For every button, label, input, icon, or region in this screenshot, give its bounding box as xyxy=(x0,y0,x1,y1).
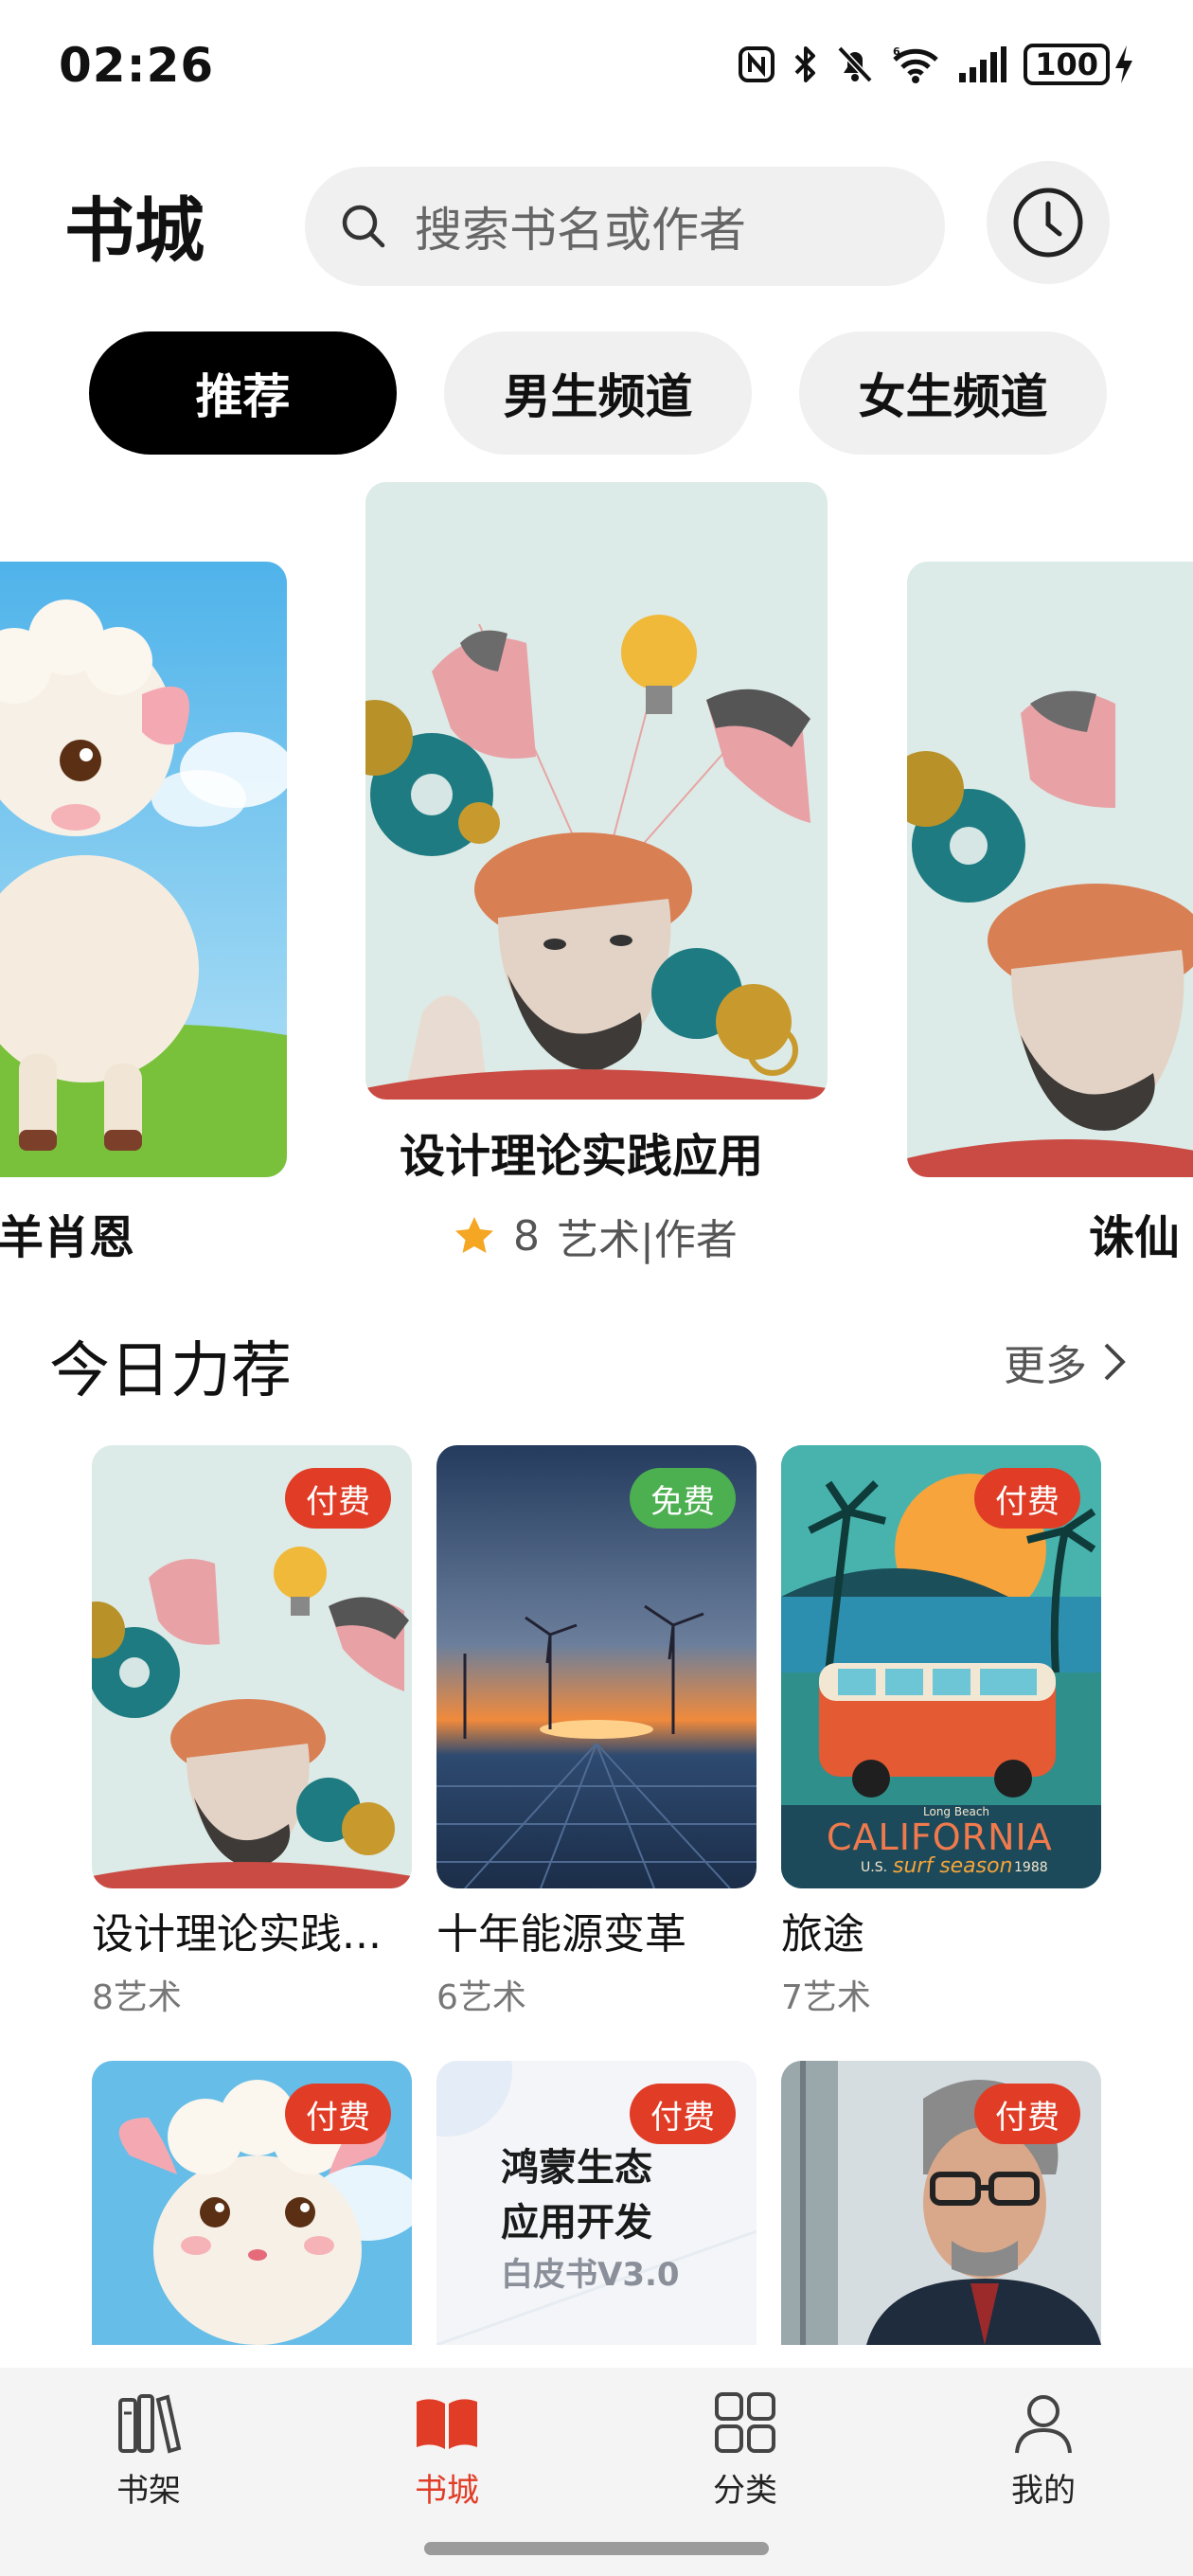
rating-value: 8 xyxy=(513,1211,540,1261)
cover-line-1: 鸿蒙生态 xyxy=(501,2146,652,2190)
california-sub-text: surf season xyxy=(893,1854,1013,1878)
book-title: 旅途 xyxy=(781,1910,864,1959)
grid-icon xyxy=(715,2392,775,2453)
wifi-icon: 6 xyxy=(893,45,938,83)
tab-female-channel[interactable]: 女生频道 xyxy=(799,331,1107,455)
history-button[interactable] xyxy=(987,161,1110,284)
battery-level: 100 xyxy=(1024,44,1110,85)
featured-carousel: 小羊肖恩 设计理论实践应用 8 艺术|作者 xyxy=(0,478,1193,1274)
free-badge: 免费 xyxy=(630,1468,736,1529)
book-cover: 付费 xyxy=(92,1445,412,1888)
book-title: 十年能源变革 xyxy=(436,1910,686,1959)
book-author: 7艺术 xyxy=(781,1978,871,2017)
chevron-right-icon xyxy=(1104,1343,1126,1381)
book-cover: Long Beach CALIFORNIA U.S. surf season 1… xyxy=(781,1445,1101,1888)
open-book-icon xyxy=(417,2399,477,2449)
charging-icon xyxy=(1115,45,1132,83)
svg-text:6: 6 xyxy=(893,45,900,58)
section-title: 今日力荐 xyxy=(49,1336,292,1406)
book-title: 设计理论实践... xyxy=(92,1910,382,1959)
carousel-card-left[interactable] xyxy=(0,562,287,1177)
nav-mine[interactable]: 我的 xyxy=(968,2388,1119,2511)
book-card[interactable]: 付费 xyxy=(781,2061,1101,2345)
signal-icon xyxy=(959,46,1007,82)
carousel-title-left[interactable]: 小羊肖恩 xyxy=(0,1200,134,1266)
book-cover: 付费 xyxy=(781,2061,1101,2345)
book-cover: 鸿蒙生态 应用开发 白皮书V3.0 付费 xyxy=(436,2061,757,2345)
book-cover: 付费 xyxy=(92,2061,412,2345)
status-bar: 02:26 6 100 xyxy=(0,0,1193,133)
book-author: 8艺术 xyxy=(92,1978,182,2017)
status-icons: 6 100 xyxy=(738,44,1134,85)
star-icon xyxy=(455,1217,493,1253)
california-main-text: CALIFORNIA xyxy=(827,1816,1053,1858)
page-title: 书城 xyxy=(64,190,205,272)
sheep-cover-image xyxy=(0,562,287,1177)
person-icon xyxy=(1015,2395,1072,2454)
home-indicator[interactable] xyxy=(424,2542,769,2555)
nav-bookstore[interactable]: 书城 xyxy=(371,2388,523,2511)
search-icon xyxy=(342,205,385,248)
nav-bookshelf[interactable]: 书架 xyxy=(73,2388,224,2511)
nav-label: 我的 xyxy=(1011,2472,1076,2510)
nfc-icon xyxy=(739,46,775,82)
book-cover: 免费 xyxy=(436,1445,757,1888)
mute-bell-icon xyxy=(837,45,873,83)
nav-label: 书架 xyxy=(116,2472,181,2510)
book-card[interactable]: 免费 十年能源变革 6艺术 xyxy=(436,1445,757,2019)
california-us-text: U.S. xyxy=(861,1860,888,1875)
carousel-meta-center: 8 艺术|作者 xyxy=(453,1206,738,1266)
tab-recommend[interactable]: 推荐 xyxy=(89,331,397,455)
cover-line-3: 白皮书V3.0 xyxy=(501,2256,680,2294)
book-card[interactable]: 鸿蒙生态 应用开发 白皮书V3.0 付费 xyxy=(436,2061,757,2345)
author-text: 艺术|作者 xyxy=(557,1216,738,1264)
paid-badge: 付费 xyxy=(285,2084,391,2144)
paid-badge: 付费 xyxy=(285,1468,391,1529)
nav-category[interactable]: 分类 xyxy=(669,2388,821,2511)
carousel-card-right[interactable] xyxy=(907,562,1193,1177)
carousel-title-right[interactable]: 诛仙 xyxy=(1089,1200,1180,1266)
channel-tabs: 推荐 男生频道 女生频道 xyxy=(89,331,1107,455)
more-link[interactable]: 更多 xyxy=(1004,1332,1127,1392)
bluetooth-icon xyxy=(794,46,816,82)
search-input[interactable]: 搜索书名或作者 xyxy=(305,167,945,286)
more-label: 更多 xyxy=(1004,1342,1087,1390)
book-author: 6艺术 xyxy=(436,1978,526,2017)
nav-label: 分类 xyxy=(713,2472,777,2510)
tab-male-channel[interactable]: 男生频道 xyxy=(444,331,752,455)
paid-badge: 付费 xyxy=(974,1468,1080,1529)
design-theory-cover-image xyxy=(365,482,828,1100)
search-placeholder: 搜索书名或作者 xyxy=(415,203,746,258)
nav-label: 书城 xyxy=(415,2472,479,2510)
clock-icon xyxy=(1013,188,1083,258)
design-theory-cover-image-right xyxy=(907,562,1193,1177)
book-card[interactable]: Long Beach CALIFORNIA U.S. surf season 1… xyxy=(781,1445,1101,2019)
california-year-text: 1988 xyxy=(1014,1860,1048,1875)
book-card[interactable]: 付费 设计理论实践... 8艺术 xyxy=(92,1445,412,2019)
cover-line-2: 应用开发 xyxy=(501,2201,652,2245)
carousel-card-center[interactable] xyxy=(365,482,828,1100)
carousel-title-center[interactable]: 设计理论实践应用 xyxy=(400,1118,763,1185)
book-card[interactable]: 付费 xyxy=(92,2061,412,2345)
battery-indicator: 100 xyxy=(1024,44,1134,85)
bookshelf-icon xyxy=(118,2394,182,2454)
status-time: 02:26 xyxy=(59,38,215,93)
paid-badge: 付费 xyxy=(630,2084,736,2144)
paid-badge: 付费 xyxy=(974,2084,1080,2144)
